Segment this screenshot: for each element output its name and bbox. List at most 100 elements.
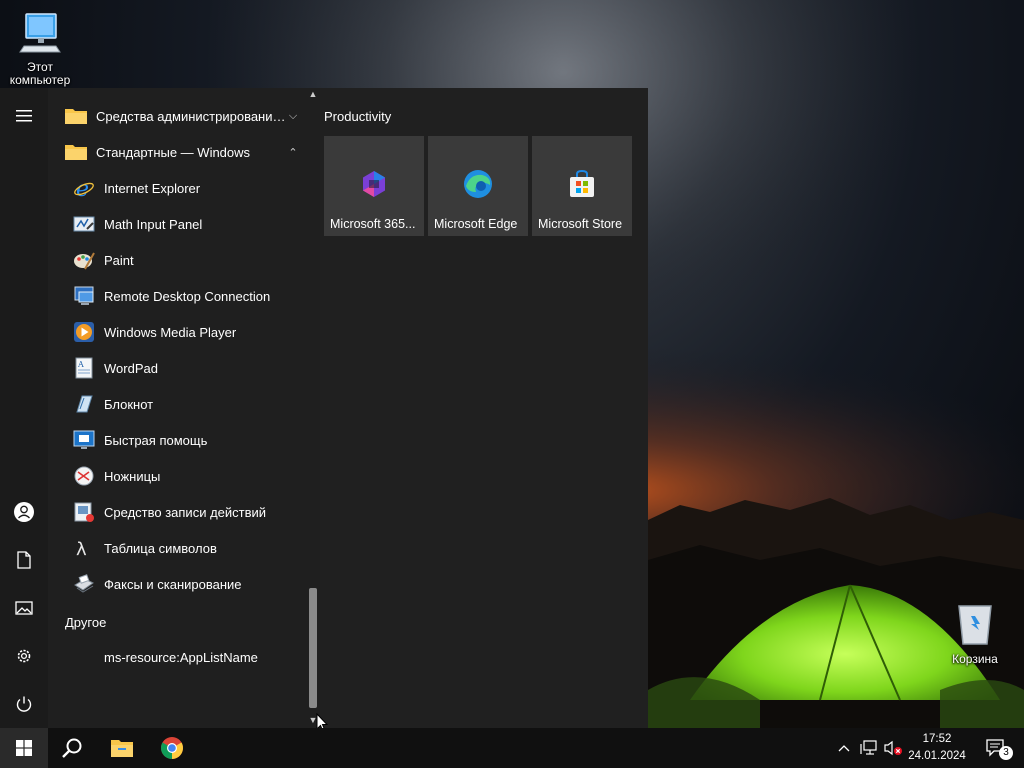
math-input-panel-icon	[72, 212, 96, 236]
taskbar-clock[interactable]: 17:52 24.01.2024	[906, 731, 968, 765]
power-icon	[16, 696, 32, 712]
app-wordpad[interactable]: A WordPad	[48, 350, 306, 386]
network-icon	[860, 740, 877, 755]
snipping-tool-icon	[72, 464, 96, 488]
app-label: Быстрая помощь	[104, 432, 208, 448]
search-button[interactable]	[48, 728, 96, 768]
app-notepad[interactable]: Блокнот	[48, 386, 306, 422]
tile-microsoft-edge[interactable]: Microsoft Edge	[428, 136, 528, 236]
app-label: Блокнот	[104, 396, 154, 412]
folder-admin-tools[interactable]: Средства администрирования W... ⌵	[48, 98, 306, 134]
action-center-button[interactable]: 3	[978, 728, 1014, 768]
hamburger-icon	[16, 110, 32, 122]
pictures-button[interactable]	[0, 584, 48, 632]
folder-accessories[interactable]: Стандартные — Windows ⌃	[48, 134, 306, 170]
this-pc-label: Этот компьютер	[9, 60, 71, 87]
tiles-pane: Productivity Microsoft 365... Microsoft …	[320, 88, 648, 728]
microsoft-365-icon	[363, 171, 385, 197]
app-label: Math Input Panel	[104, 216, 203, 232]
tile-label: Microsoft 365...	[330, 217, 416, 231]
app-steps-recorder[interactable]: Средство записи действий	[48, 494, 306, 530]
app-ms-resource[interactable]: ms-resource:AppListName	[48, 639, 306, 675]
folder-icon	[65, 109, 87, 124]
start-left-rail	[0, 88, 48, 728]
internet-explorer-icon: e	[72, 176, 96, 200]
app-label: Факсы и сканирование	[104, 576, 242, 592]
windows-logo-icon	[16, 740, 32, 756]
store-icon	[570, 169, 594, 197]
notification-count-badge: 3	[999, 746, 1013, 760]
chrome-icon	[161, 737, 183, 759]
quick-assist-icon	[72, 428, 96, 452]
app-label: Ножницы	[104, 468, 161, 484]
app-label: Internet Explorer	[104, 180, 201, 196]
fax-scan-icon	[72, 572, 96, 596]
network-tray-button[interactable]	[858, 728, 880, 768]
user-icon	[14, 502, 34, 522]
recycle-bin-icon	[958, 605, 992, 645]
app-remote-desktop[interactable]: Remote Desktop Connection	[48, 278, 306, 314]
scroll-up-arrow[interactable]: ▲	[307, 88, 319, 100]
app-fax-scan[interactable]: Факсы и сканирование	[48, 566, 306, 602]
power-button[interactable]	[0, 680, 48, 728]
chrome-taskbar-button[interactable]	[148, 728, 196, 768]
start-menu: Средства администрирования W... ⌵ Станда…	[0, 88, 648, 728]
start-button[interactable]	[0, 728, 48, 768]
recycle-bin-desktop-icon[interactable]: Корзина	[935, 600, 1015, 666]
svg-text:λ: λ	[76, 539, 87, 559]
app-windows-media-player[interactable]: Windows Media Player	[48, 314, 306, 350]
group-header-productivity: Productivity	[324, 109, 392, 124]
character-map-icon: λ	[72, 536, 96, 560]
group-header-other: Другое	[65, 615, 107, 630]
gear-icon	[17, 649, 31, 663]
app-label: Windows Media Player	[104, 324, 237, 340]
scroll-thumb[interactable]	[309, 588, 317, 708]
app-label: Таблица символов	[104, 540, 217, 556]
paint-icon	[72, 248, 96, 272]
expand-menu-button[interactable]	[0, 92, 48, 140]
this-pc-desktop-icon[interactable]: Этот компьютер	[0, 8, 80, 87]
app-quick-assist[interactable]: Быстрая помощь	[48, 422, 306, 458]
notepad-icon	[72, 392, 96, 416]
documents-button[interactable]	[0, 536, 48, 584]
app-paint[interactable]: Paint	[48, 242, 306, 278]
app-label: Paint	[104, 252, 134, 268]
settings-button[interactable]	[0, 632, 48, 680]
recycle-bin-label: Корзина	[952, 652, 998, 666]
media-player-icon	[72, 320, 96, 344]
folder-label: Средства администрирования W...	[96, 108, 286, 124]
app-label: Средство записи действий	[104, 504, 267, 520]
app-list: Средства администрирования W... ⌵ Станда…	[48, 88, 306, 728]
app-label: WordPad	[104, 360, 158, 376]
taskbar: 17:52 24.01.2024 3	[0, 728, 1024, 768]
chevron-down-icon: ⌵	[288, 109, 298, 122]
file-explorer-icon	[111, 740, 133, 757]
steps-recorder-icon	[72, 500, 96, 524]
show-hidden-icons-button[interactable]	[834, 728, 854, 768]
tile-microsoft-store[interactable]: Microsoft Store	[532, 136, 632, 236]
tile-label: Microsoft Edge	[434, 217, 518, 231]
tile-microsoft-365[interactable]: Microsoft 365...	[324, 136, 424, 236]
remote-desktop-icon	[72, 284, 96, 308]
chevron-up-icon: ⌃	[288, 146, 298, 159]
folder-icon	[65, 145, 87, 160]
app-label: Remote Desktop Connection	[104, 288, 271, 304]
wordpad-icon: A	[72, 356, 96, 380]
tile-label: Microsoft Store	[538, 217, 623, 231]
app-internet-explorer[interactable]: e Internet Explorer	[48, 170, 306, 206]
search-icon	[62, 738, 82, 758]
app-label: ms-resource:AppListName	[104, 649, 258, 665]
app-list-scrollbar[interactable]: ▲ ▼	[306, 88, 320, 728]
app-snipping-tool[interactable]: Ножницы	[48, 458, 306, 494]
user-account-button[interactable]	[0, 488, 48, 536]
file-explorer-taskbar-button[interactable]	[98, 728, 146, 768]
app-math-input-panel[interactable]: Math Input Panel	[48, 206, 306, 242]
blank-app-icon	[72, 645, 96, 669]
app-character-map[interactable]: λ Таблица символов	[48, 530, 306, 566]
computer-icon	[19, 13, 61, 53]
svg-text:A: A	[77, 360, 84, 369]
edge-icon	[464, 170, 492, 198]
picture-icon	[15, 601, 33, 615]
volume-tray-button[interactable]	[882, 728, 904, 768]
clock-time: 17:52	[922, 733, 952, 745]
